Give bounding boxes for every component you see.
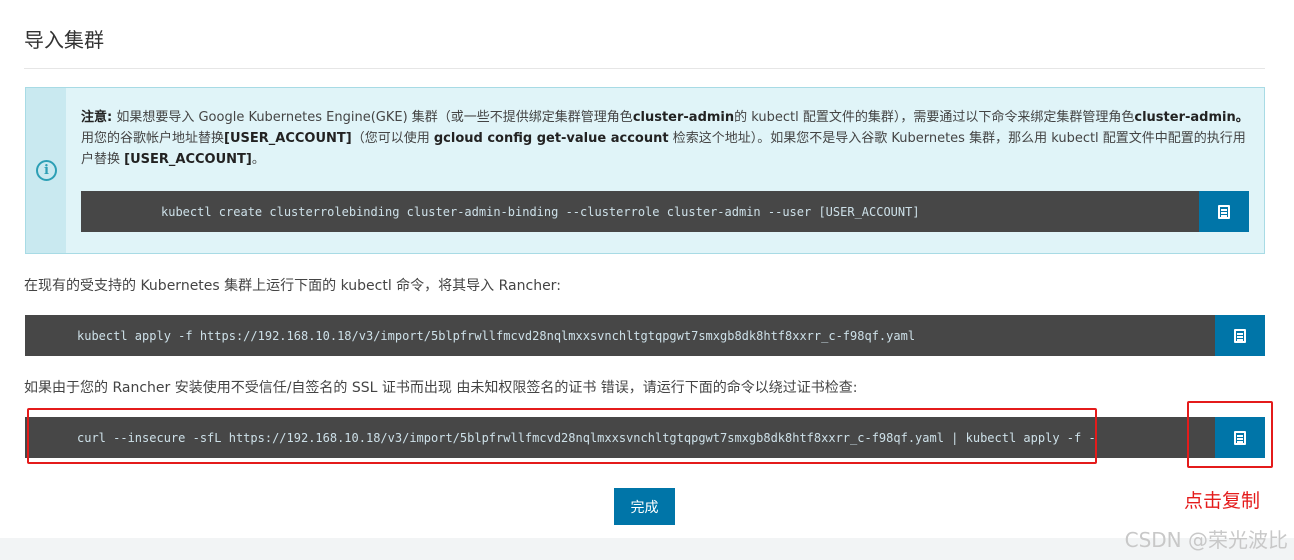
import-instructions: 在现有的受支持的 Kubernetes 集群上运行下面的 kubectl 命令，… [24, 278, 561, 294]
copy-button-import[interactable] [1215, 315, 1265, 356]
insecure-command-text[interactable]: curl --insecure -sfL https://192.168.10.… [77, 431, 1096, 445]
notice-text: 注意: 如果想要导入 Google Kubernetes Engine(GKE)… [81, 110, 1249, 167]
clipboard-icon [1231, 430, 1246, 451]
notice-command-block: kubectl create clusterrolebinding cluste… [81, 191, 1249, 232]
insecure-command-block: curl --insecure -sfL https://192.168.10.… [25, 417, 1265, 458]
notice-stripe: i [26, 88, 66, 253]
info-icon: i [36, 160, 57, 181]
copy-button-notice[interactable] [1199, 191, 1249, 232]
clipboard-icon [1231, 328, 1246, 349]
copy-button-insecure[interactable] [1215, 417, 1265, 458]
notice-box: i 注意: 如果想要导入 Google Kubernetes Engine(GK… [25, 87, 1265, 254]
footer-bar [0, 538, 1294, 560]
watermark: CSDN @荣光波比 [1124, 528, 1288, 552]
done-button[interactable]: 完成 [614, 488, 675, 525]
insecure-instructions: 如果由于您的 Rancher 安装使用不受信任/自签名的 SSL 证书而出现 由… [24, 380, 858, 396]
import-command-text[interactable]: kubectl apply -f https://192.168.10.18/v… [77, 329, 915, 343]
clipboard-icon [1215, 204, 1230, 225]
page-title: 导入集群 [24, 28, 104, 52]
annotation-label: 点击复制 [1184, 490, 1261, 512]
import-command-block: kubectl apply -f https://192.168.10.18/v… [25, 315, 1265, 356]
title-divider [24, 68, 1265, 69]
notice-command-text[interactable]: kubectl create clusterrolebinding cluste… [161, 205, 920, 219]
